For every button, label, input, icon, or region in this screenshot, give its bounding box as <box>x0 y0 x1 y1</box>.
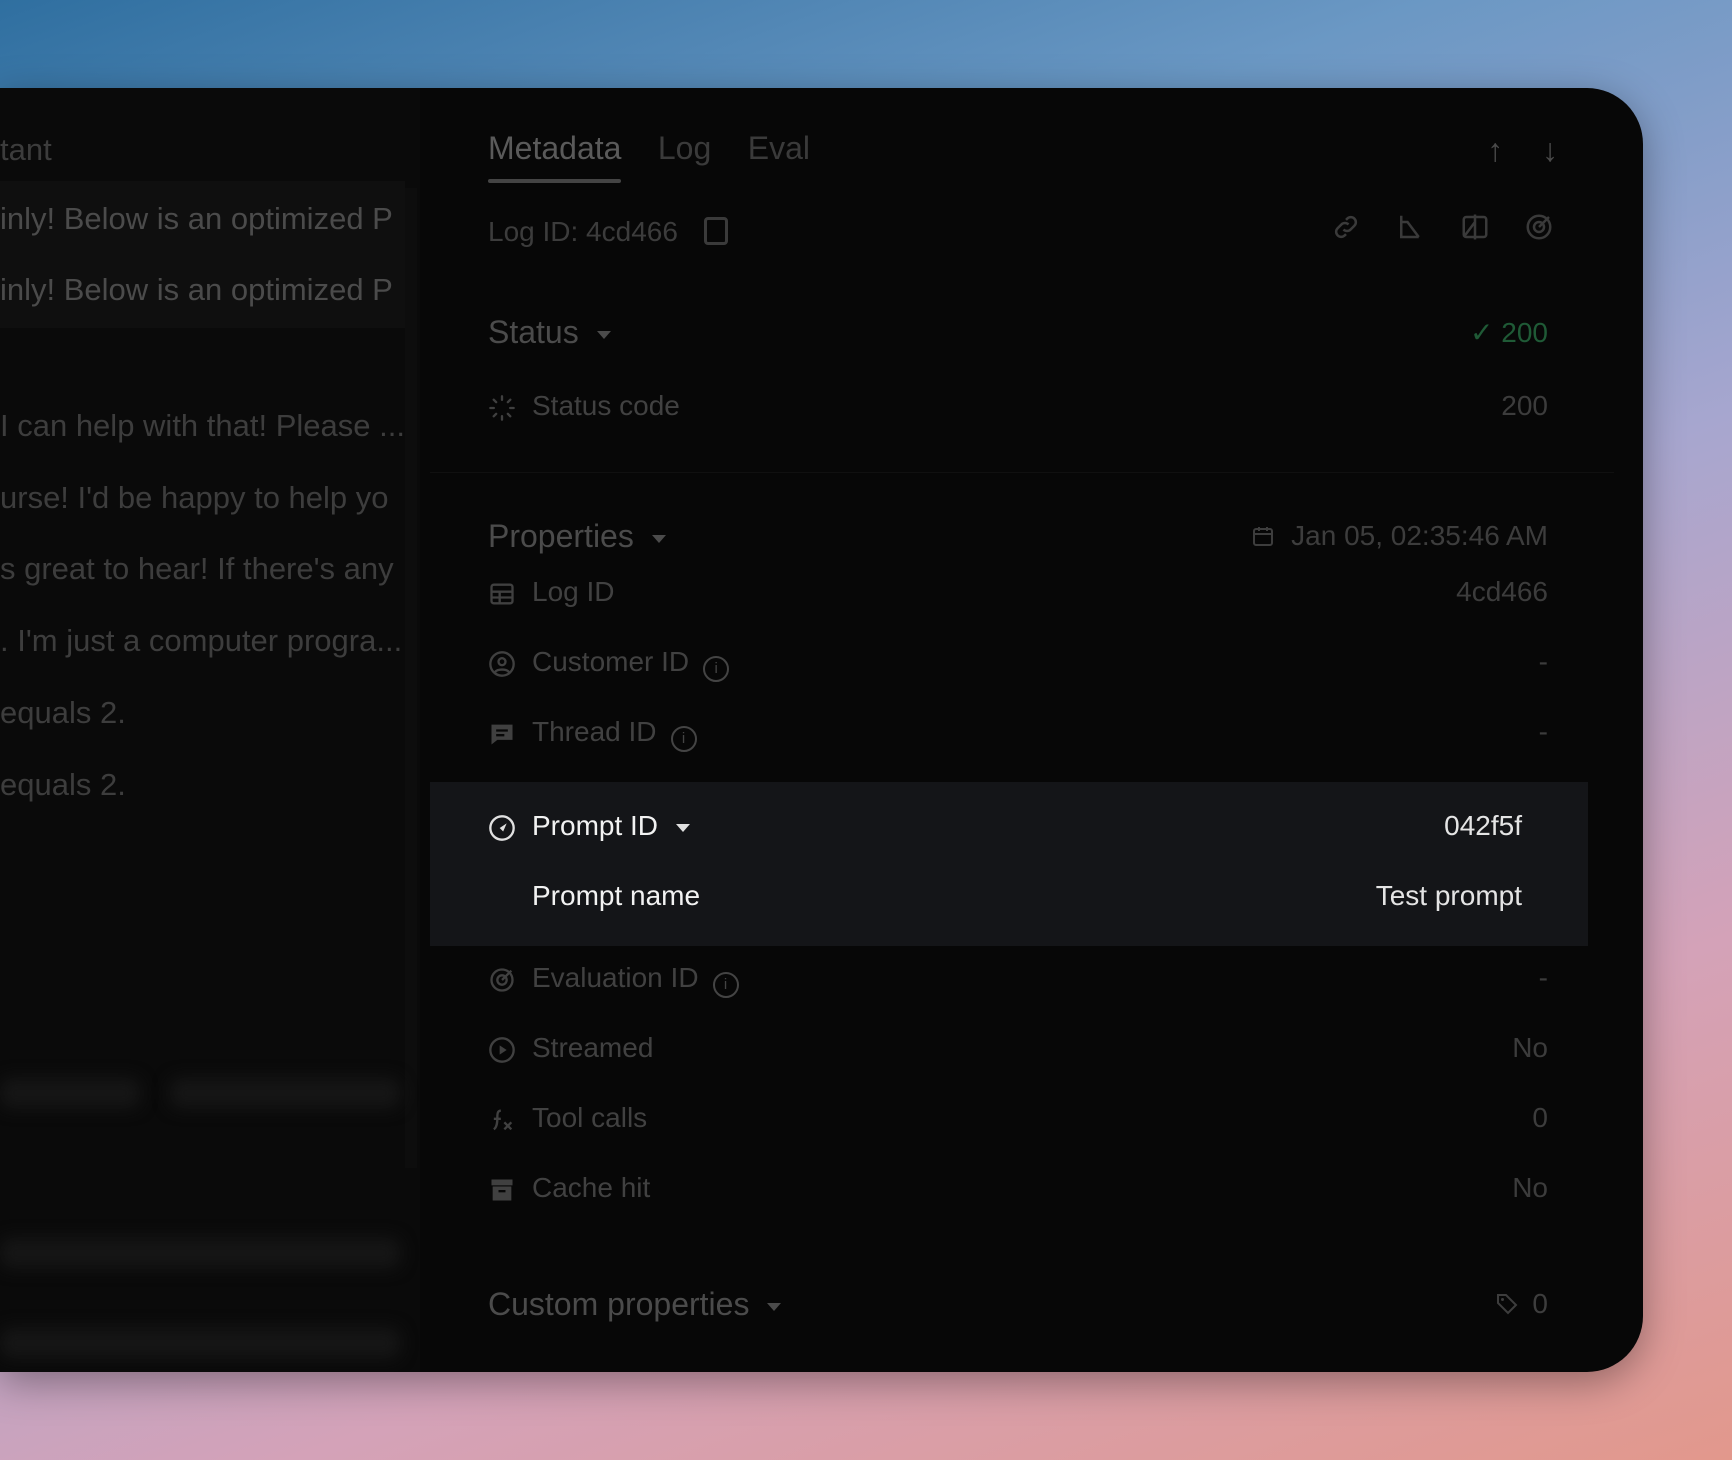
status-code-row: Status code 200 <box>488 378 1548 438</box>
user-circle-icon <box>489 651 515 677</box>
property-row-customer-id: Customer ID i - <box>488 634 1548 694</box>
calendar-icon <box>1253 527 1274 546</box>
caret-down-icon <box>651 534 666 543</box>
compass-icon <box>489 815 515 841</box>
arrow-up-icon[interactable]: ↑ <box>1487 132 1503 168</box>
loader-icon <box>489 395 515 421</box>
log-id-text: Log ID: 4cd466 <box>488 216 678 247</box>
property-label-with-info: Evaluation ID i <box>532 962 739 998</box>
property-label-with-info: Thread ID i <box>532 716 697 752</box>
link-icon[interactable] <box>1331 212 1361 242</box>
property-label-with-info: Customer ID i <box>532 646 730 682</box>
chat-scrollbar[interactable] <box>405 188 417 1168</box>
target-icon <box>490 968 514 992</box>
tab-bar: Metadata Log Eval <box>488 130 842 190</box>
chat-message: s great to hear! If there's any <box>0 551 394 586</box>
blurred-content <box>0 1328 400 1358</box>
status-section-title: Status <box>488 314 579 350</box>
property-row-thread-id: Thread ID i - <box>488 704 1548 764</box>
evaluate-icon[interactable] <box>1524 212 1554 242</box>
check-icon: ✓ <box>1470 317 1494 348</box>
custom-properties-toggle[interactable]: Custom properties <box>488 1286 782 1323</box>
properties-section-title: Properties <box>488 518 634 554</box>
chat-message: equals 2. <box>0 767 126 802</box>
table-icon <box>490 583 514 605</box>
property-value: 0 <box>1532 1102 1548 1133</box>
properties-timestamp: Jan 05, 02:35:46 AM <box>1251 520 1548 552</box>
playground-icon[interactable] <box>1395 212 1425 242</box>
property-row-prompt-id[interactable]: Prompt ID 042f5f <box>488 798 1522 858</box>
custom-properties-count: 0 <box>1495 1288 1548 1320</box>
property-row-tool-calls: Tool calls 0 <box>488 1090 1548 1150</box>
custom-properties-count-value: 0 <box>1532 1288 1548 1319</box>
status-summary-value: 200 <box>1501 317 1548 348</box>
section-divider <box>430 472 1614 473</box>
property-label: Thread ID <box>532 716 657 747</box>
chat-message: I can help with that! Please ... <box>0 408 405 443</box>
copy-icon[interactable] <box>703 217 728 245</box>
log-navigation: ↑ ↓ <box>1457 132 1558 169</box>
chat-message: equals 2. <box>0 695 126 730</box>
prompt-highlight: Prompt ID 042f5f Prompt name Test prompt <box>430 782 1588 946</box>
function-icon <box>493 1109 513 1131</box>
prompt-id-toggle[interactable]: Prompt ID <box>532 810 691 842</box>
log-detail-window: tant inly! Below is an optimized P inly!… <box>0 88 1643 1372</box>
blurred-content <box>0 1078 140 1108</box>
chat-pane: tant inly! Below is an optimized P inly!… <box>0 88 420 1372</box>
property-row-prompt-name: Prompt name Test prompt <box>488 868 1522 928</box>
property-value: No <box>1512 1172 1548 1203</box>
log-id-header: Log ID: 4cd466 <box>488 216 728 248</box>
caret-down-icon <box>676 823 691 832</box>
chat-message: urse! I'd be happy to help yo <box>0 480 389 515</box>
property-value: - <box>1538 716 1548 747</box>
metadata-panel: Metadata Log Eval ↑ ↓ Log ID: 4cd466 Sta… <box>430 88 1614 1372</box>
blurred-content <box>0 1238 400 1268</box>
caret-down-icon <box>596 330 611 339</box>
property-value: No <box>1512 1032 1548 1063</box>
properties-section-toggle[interactable]: Properties <box>488 518 666 555</box>
tab-metadata[interactable]: Metadata <box>488 130 622 183</box>
property-label: Prompt ID <box>532 810 659 841</box>
property-row-cache-hit: Cache hit No <box>488 1160 1548 1220</box>
timestamp-text: Jan 05, 02:35:46 AM <box>1291 520 1548 551</box>
chat-message: . I'm just a computer progra... <box>0 623 403 658</box>
compare-icon[interactable] <box>1460 212 1490 242</box>
caret-down-icon <box>767 1302 782 1311</box>
info-icon[interactable]: i <box>703 656 730 682</box>
tab-eval[interactable]: Eval <box>748 130 810 183</box>
property-label: Streamed <box>532 1032 654 1063</box>
tag-icon <box>1496 1294 1518 1315</box>
blurred-content <box>170 1078 400 1108</box>
property-row-log-id: Log ID 4cd466 <box>488 564 1548 624</box>
message-icon <box>491 724 513 745</box>
info-icon[interactable]: i <box>670 726 697 752</box>
property-label: Cache hit <box>532 1172 651 1203</box>
tab-log[interactable]: Log <box>658 130 711 183</box>
status-section-toggle[interactable]: Status <box>488 314 611 351</box>
status-summary: ✓ 200 <box>1470 316 1548 349</box>
property-label: Log ID <box>532 576 615 607</box>
property-value: - <box>1538 646 1548 677</box>
property-value: 4cd466 <box>1456 576 1548 607</box>
info-icon[interactable]: i <box>712 972 739 998</box>
property-row-evaluation-id: Evaluation ID i - <box>488 950 1548 1010</box>
property-row-streamed: Streamed No <box>488 1020 1548 1080</box>
play-circle-icon <box>489 1037 515 1063</box>
arrow-down-icon[interactable]: ↓ <box>1542 132 1558 168</box>
chat-chip[interactable]: inly! Below is an optimized P <box>0 181 405 257</box>
property-value: - <box>1538 962 1548 993</box>
property-label: Evaluation ID <box>532 962 699 993</box>
property-label: Customer ID <box>532 646 690 677</box>
property-label: Tool calls <box>532 1102 648 1133</box>
log-actions <box>1301 212 1554 247</box>
property-value: 042f5f <box>1444 810 1522 841</box>
archive-icon <box>491 1179 513 1201</box>
property-label: Prompt name <box>532 880 701 911</box>
chat-pane-title: tant <box>0 132 52 167</box>
chat-chip[interactable]: inly! Below is an optimized P <box>0 252 405 328</box>
status-code-label: Status code <box>532 390 680 421</box>
status-code-value: 200 <box>1501 390 1548 421</box>
property-value: Test prompt <box>1375 880 1522 911</box>
custom-properties-title: Custom properties <box>488 1286 750 1322</box>
